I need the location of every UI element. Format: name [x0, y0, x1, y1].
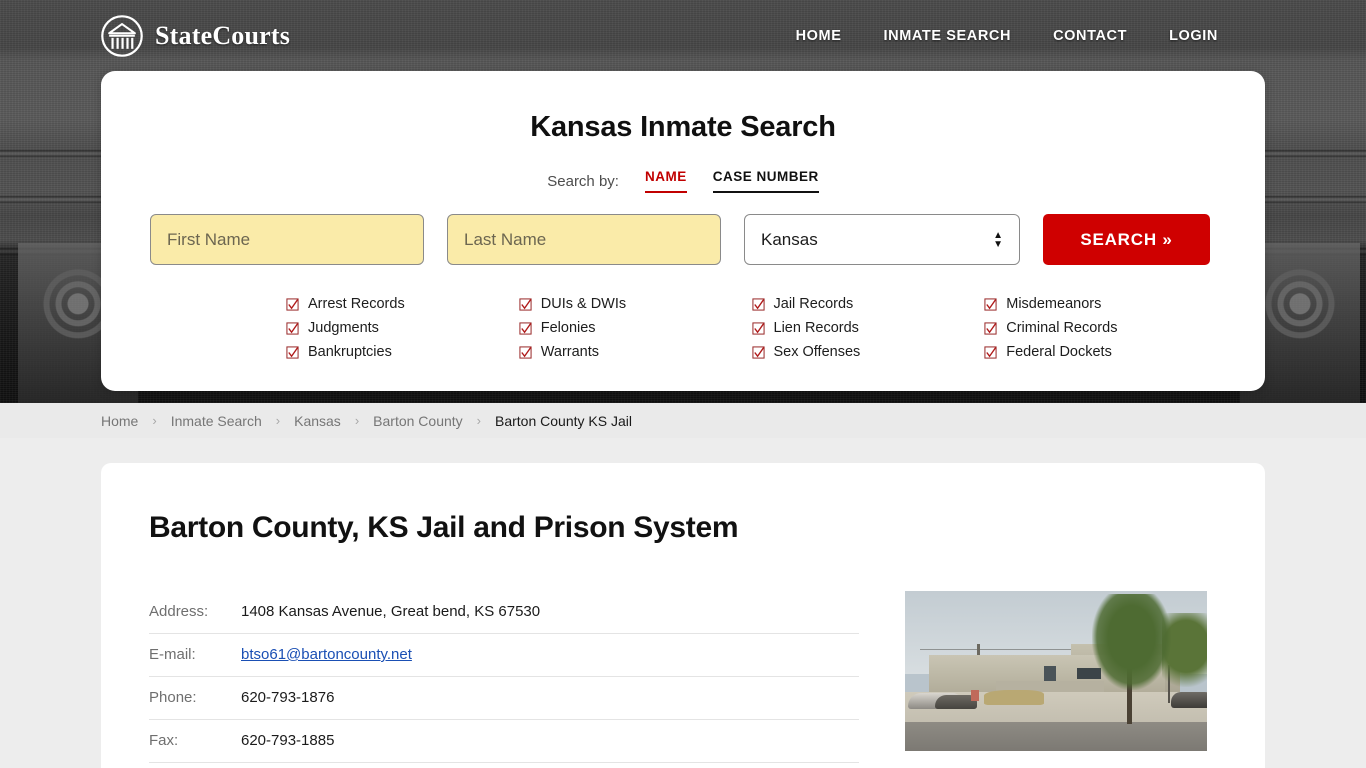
brand-logo[interactable]: StateCourts [100, 14, 290, 58]
checked-checkbox-icon [751, 321, 765, 335]
facility-info-table: Address: 1408 Kansas Avenue, Great bend,… [149, 591, 859, 768]
breadcrumb-separator-icon: › [476, 413, 481, 428]
photo-power-line [920, 648, 1072, 650]
breadcrumb-separator-icon: › [152, 413, 157, 428]
info-label: Fax: [149, 732, 179, 749]
nav-item-contact[interactable]: CONTACT [1053, 28, 1127, 44]
check-item-warrants[interactable]: Warrants [519, 340, 752, 364]
checked-checkbox-icon [286, 345, 299, 359]
photo-entrance [1043, 666, 1056, 681]
checked-checkbox-icon [984, 321, 997, 335]
breadcrumb: Home › Inmate Search › Kansas › Barton C… [0, 403, 1366, 438]
info-value-fax: 620-793-1885 [241, 732, 335, 749]
breadcrumb-separator-icon: › [354, 413, 360, 428]
info-value-email: btso61@bartoncounty.net [241, 634, 859, 677]
table-row: E-mail: btso61@bartoncounty.net [149, 634, 859, 677]
facility-photo [905, 591, 1207, 751]
check-label: DUIs & DWIs [540, 296, 627, 312]
nav-item-home[interactable]: HOME [796, 28, 842, 44]
checked-checkbox-icon [286, 321, 299, 335]
breadcrumb-item-home[interactable]: Home [101, 413, 138, 429]
check-label: Jail Records [773, 296, 854, 312]
photo-tree [1092, 594, 1171, 691]
checked-checkbox-icon [984, 345, 997, 359]
page-title: Barton County, KS Jail and Prison System [149, 511, 739, 544]
breadcrumb-item-current: Barton County KS Jail [495, 412, 632, 429]
search-by-row: Search by: NAME CASE NUMBER [149, 169, 1217, 193]
facility-card: Barton County, KS Jail and Prison System… [101, 463, 1265, 768]
check-label: Federal Dockets [1006, 344, 1112, 360]
check-label: Bankruptcies [308, 344, 392, 360]
check-label: Arrest Records [308, 296, 405, 312]
facility-info-area: Address: 1408 Kansas Avenue, Great bend,… [149, 591, 1217, 768]
check-item-lien-records[interactable]: Lien Records [751, 316, 985, 340]
check-label: Misdemeanors [1006, 296, 1102, 312]
check-label: Lien Records [773, 320, 859, 336]
table-row: Website: http://www.bartoncounty.org/vne… [149, 763, 859, 768]
checked-checkbox-icon [751, 297, 765, 311]
table-row: Phone: 620-793-1876 [149, 677, 859, 720]
info-value-phone: 620-793-1876 [241, 689, 335, 706]
first-name-input[interactable] [150, 214, 424, 265]
checked-checkbox-icon [519, 321, 532, 335]
checked-checkbox-icon [286, 297, 299, 311]
check-item-misdemeanors[interactable]: Misdemeanors [984, 292, 1217, 316]
tab-name[interactable]: NAME [644, 169, 687, 193]
hero-banner: COURTHOUSE StateCourts HOME INMATE SEARC… [0, 0, 1366, 403]
info-value-address: 1408 Kansas Avenue, Great bend, KS 67530 [241, 603, 541, 620]
checked-checkbox-icon [984, 297, 997, 311]
nav-item-login[interactable]: LOGIN [1169, 28, 1218, 44]
check-item-judgments[interactable]: Judgments [286, 316, 519, 340]
main-nav: HOME INMATE SEARCH CONTACT LOGIN [796, 28, 1218, 44]
info-label: Website: [149, 763, 241, 768]
site-header: StateCourts HOME INMATE SEARCH CONTACT L… [0, 0, 1366, 72]
last-name-input[interactable] [447, 214, 721, 265]
checked-checkbox-icon [751, 345, 765, 359]
photo-shrubs [983, 690, 1044, 705]
info-label: E-mail: [149, 646, 196, 663]
breadcrumb-item-inmate-search[interactable]: Inmate Search [171, 413, 262, 429]
breadcrumb-item-barton-county[interactable]: Barton County [373, 413, 463, 429]
breadcrumb-item-kansas[interactable]: Kansas [294, 413, 341, 429]
check-item-criminal-records[interactable]: Criminal Records [984, 316, 1217, 340]
record-types-list: Arrest Records DUIs & DWIs Jail Records … [149, 292, 1217, 364]
check-item-felonies[interactable]: Felonies [519, 316, 752, 340]
state-select[interactable]: Kansas [744, 214, 1020, 265]
nav-item-inmate-search[interactable]: INMATE SEARCH [884, 28, 1012, 44]
search-card-title: Kansas Inmate Search [530, 111, 836, 143]
state-select-wrapper: Kansas ▲ ▼ [744, 214, 1020, 265]
courthouse-circle-logo-icon [101, 15, 143, 57]
table-row: Address: 1408 Kansas Avenue, Great bend,… [149, 591, 859, 634]
check-item-duis-dwis[interactable]: DUIs & DWIs [519, 292, 752, 316]
check-label: Judgments [308, 320, 379, 336]
photo-road [905, 722, 1207, 751]
search-button[interactable]: SEARCH » [1043, 214, 1210, 265]
content-area: Barton County, KS Jail and Prison System… [0, 438, 1366, 768]
check-item-federal-dockets[interactable]: Federal Dockets [984, 340, 1217, 364]
check-item-jail-records[interactable]: Jail Records [751, 292, 985, 316]
table-row: Fax: 620-793-1885 [149, 720, 859, 763]
check-label: Criminal Records [1006, 320, 1118, 336]
photo-street-sign [971, 690, 979, 702]
check-item-sex-offenses[interactable]: Sex Offenses [751, 340, 985, 364]
check-label: Felonies [540, 320, 596, 336]
check-label: Sex Offenses [773, 344, 861, 360]
info-value-website: http://www.bartoncounty.org/vnews/displa… [241, 763, 859, 768]
info-label: Phone: [149, 689, 197, 706]
brand-name: StateCourts [155, 21, 291, 50]
checked-checkbox-icon [519, 297, 532, 311]
checked-checkbox-icon [519, 345, 532, 359]
inmate-search-card: Kansas Inmate Search Search by: NAME CAS… [101, 71, 1265, 391]
breadcrumb-separator-icon: › [275, 413, 281, 428]
email-link[interactable]: btso61@bartoncounty.net [241, 646, 412, 663]
tab-case-number[interactable]: CASE NUMBER [712, 169, 819, 193]
check-item-arrest-records[interactable]: Arrest Records [286, 292, 519, 316]
search-by-label: Search by: [547, 172, 619, 190]
info-label: Address: [149, 603, 209, 620]
check-label: Warrants [540, 344, 600, 360]
check-item-bankruptcies[interactable]: Bankruptcies [286, 340, 519, 364]
photo-car-right [1170, 691, 1207, 708]
search-fields-row: Kansas ▲▼ SEARCH » [149, 214, 1217, 265]
